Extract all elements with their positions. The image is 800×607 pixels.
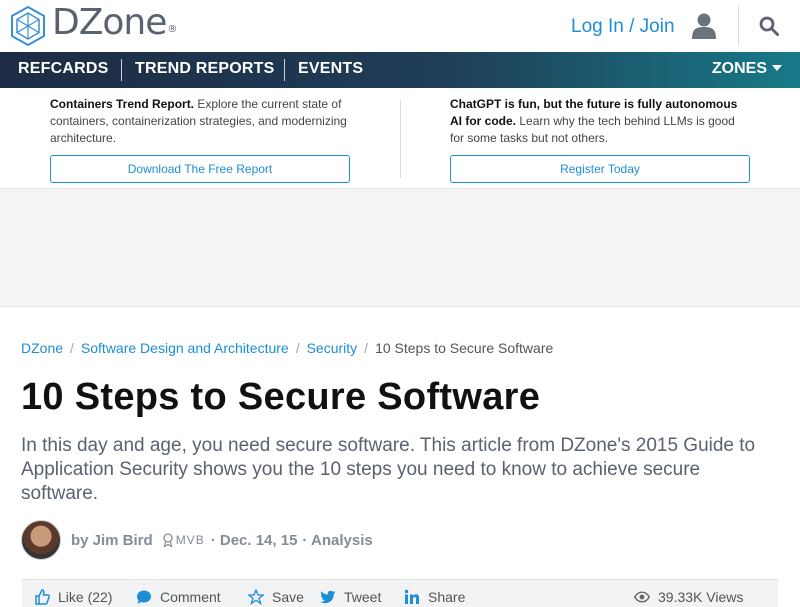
zones-dropdown[interactable]: ZONES [712, 52, 782, 88]
article-meta: by Jim Bird MVB · Dec. 14, 15 · Analysis [21, 520, 373, 560]
promo-banner: Containers Trend Report. Explore the cur… [0, 88, 800, 188]
breadcrumb-separator: / [70, 340, 74, 356]
linkedin-icon [404, 589, 419, 604]
nav-item-events[interactable]: EVENTS [298, 52, 363, 88]
dzone-logo-icon [11, 6, 45, 46]
article-action-bar: Like (22) Comment Save Tweet Share 39.33… [22, 579, 778, 607]
save-label: Save [272, 589, 304, 605]
logo-wordmark: DZone® [52, 1, 177, 43]
download-report-button[interactable]: Download The Free Report [50, 155, 350, 183]
search-icon[interactable] [759, 16, 779, 36]
breadcrumb-current: 10 Steps to Secure Software [375, 340, 554, 356]
breadcrumb-link-software-design[interactable]: Software Design and Architecture [81, 340, 289, 356]
breadcrumb-link-security[interactable]: Security [307, 340, 358, 356]
nav-item-refcards[interactable]: REFCARDS [18, 52, 109, 88]
ad-placeholder [0, 188, 800, 306]
save-button[interactable]: Save [248, 589, 304, 605]
caret-down-icon [772, 65, 782, 71]
award-icon [163, 533, 173, 547]
mvb-label: MVB [175, 533, 205, 547]
breadcrumb-separator: / [364, 340, 369, 356]
like-button[interactable]: Like (22) [34, 589, 112, 605]
zones-label: ZONES [711, 60, 767, 77]
author-name[interactable]: by Jim Bird [71, 532, 153, 549]
thumbs-up-icon [35, 589, 50, 605]
star-icon [248, 589, 264, 605]
like-label: Like (22) [58, 589, 113, 605]
breadcrumb-link-dzone[interactable]: DZone [21, 340, 63, 356]
share-button[interactable]: Share [404, 589, 465, 605]
nav-divider [121, 59, 122, 81]
dzone-logo[interactable]: DZone® [10, 2, 177, 46]
tweet-button[interactable]: Tweet [320, 589, 381, 605]
mvb-badge: MVB [162, 533, 205, 547]
login-join-link[interactable]: Log In / Join [571, 16, 675, 38]
breadcrumb: DZone / Software Design and Architecture / S… [21, 340, 553, 356]
register-today-button[interactable]: Register Today [450, 155, 750, 183]
promo-divider [400, 100, 401, 178]
nav-item-trend-reports[interactable]: TREND REPORTS [135, 52, 275, 88]
header-divider [738, 6, 739, 46]
article-subtitle: In this day and age, you need secure sof… [21, 435, 756, 504]
comment-label: Comment [160, 589, 221, 605]
site-header: DZone® Log In / Join [0, 0, 800, 52]
comment-icon [137, 590, 151, 604]
nav-divider [284, 59, 285, 81]
article-card: DZone / Software Design and Architecture / S… [0, 306, 800, 607]
promo-text-containers: Containers Trend Report. Explore the cur… [50, 97, 347, 145]
tweet-label: Tweet [344, 589, 382, 605]
views-count: 39.33K Views [634, 589, 743, 605]
share-label: Share [428, 589, 466, 605]
article-category[interactable]: · Analysis [302, 532, 372, 549]
article-title: 10 Steps to Secure Software [21, 376, 541, 418]
promo-text-chatgpt: ChatGPT is fun, but the future is fully … [450, 97, 738, 145]
views-label: 39.33K Views [658, 589, 744, 605]
user-icon[interactable] [692, 13, 716, 39]
main-nav: REFCARDS TREND REPORTS EVENTS ZONES [0, 52, 800, 88]
breadcrumb-separator: / [295, 340, 300, 356]
comment-button[interactable]: Comment [136, 589, 221, 605]
article-date: · Dec. 14, 15 [210, 531, 298, 549]
eye-icon [634, 591, 650, 603]
author-avatar[interactable] [21, 520, 61, 560]
twitter-icon [320, 590, 336, 604]
